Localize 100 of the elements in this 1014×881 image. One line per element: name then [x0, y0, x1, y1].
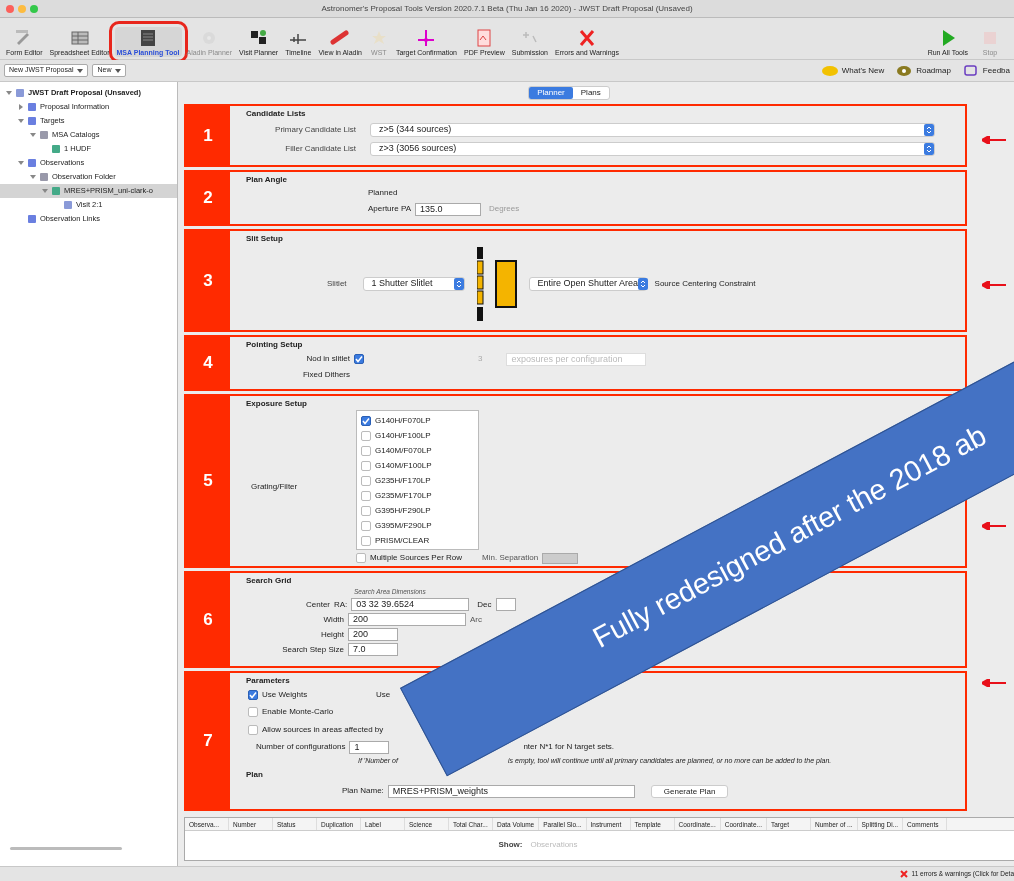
- stepper-icon: [453, 278, 464, 290]
- field-label: Show:: [498, 839, 523, 851]
- section-number: 1: [186, 106, 230, 165]
- field-label: Search Step Size: [281, 643, 344, 656]
- dropdown[interactable]: Entire Open Shutter Area: [528, 277, 647, 291]
- node-icon: [27, 214, 37, 224]
- crosshair-icon: [416, 28, 437, 48]
- option-label: Multiple Sources Per Row: [370, 552, 463, 564]
- section-title: Parameters: [246, 675, 291, 687]
- tab[interactable]: Planner: [529, 87, 573, 99]
- section-title: Exposure Setup: [246, 398, 308, 410]
- generate-plan-button[interactable]: Generate Plan: [650, 784, 729, 798]
- input-field[interactable]: MRES+PRISM_weights: [387, 784, 635, 798]
- option-label: G395M/F290LP: [375, 519, 432, 532]
- option-label: Enable Monte-Carlo: [262, 706, 334, 718]
- node-icon: [51, 186, 61, 196]
- list-icon: [138, 28, 158, 48]
- section-number: 5: [186, 396, 230, 566]
- checkbox[interactable]: [248, 707, 258, 717]
- dropdown[interactable]: z>3 (3056 sources): [370, 141, 935, 156]
- checkbox[interactable]: [361, 460, 371, 471]
- field-label: Primary Candidate List: [274, 123, 356, 136]
- collapse-icon: [18, 160, 24, 166]
- tab[interactable]: Plans: [572, 87, 609, 99]
- toolbar-link[interactable]: Roadmap: [896, 64, 951, 77]
- checkbox[interactable]: [361, 535, 371, 546]
- checkbox[interactable]: [248, 725, 258, 735]
- node-icon: [39, 130, 49, 140]
- field-label: Grating/Filter: [251, 482, 298, 491]
- option-label: PRISM/CLEAR: [375, 534, 430, 547]
- option-label: G140H/F070LP: [375, 414, 431, 427]
- field-label: Fixed Dithers: [301, 369, 350, 381]
- collapse-icon: [42, 188, 48, 194]
- collapse-icon: [18, 118, 24, 124]
- section-number: 6: [186, 573, 230, 666]
- stepper-icon: [638, 278, 649, 290]
- section-title: Plan: [246, 769, 264, 781]
- node-icon: [51, 144, 61, 154]
- option-label: Allow sources in areas affected by: [262, 724, 384, 736]
- option-label: G395H/F290LP: [375, 504, 431, 517]
- option-label: Source Centering Constraint: [654, 278, 756, 290]
- input-field[interactable]: 200: [348, 613, 466, 626]
- field-label: Dec: [477, 598, 492, 611]
- node-icon: [27, 158, 37, 168]
- section-title: Pointing Setup: [246, 339, 304, 351]
- option-label: G140H/F100LP: [375, 429, 431, 442]
- field-label: Height: [319, 628, 344, 641]
- option-label: G140M/F070LP: [375, 444, 432, 457]
- input-field[interactable]: 03 32 39.6524: [351, 598, 470, 611]
- check-icon: [249, 691, 257, 699]
- unit-label: Arc: [470, 613, 482, 626]
- checkbox[interactable]: [361, 475, 371, 486]
- checkbox[interactable]: [361, 415, 371, 426]
- checkbox[interactable]: [361, 505, 371, 516]
- scrollbar[interactable]: [10, 847, 122, 850]
- field-label: Filler Candidate List: [284, 142, 356, 155]
- dropdown[interactable]: 1 Shutter Slitlet: [362, 277, 465, 291]
- checkbox[interactable]: [354, 354, 364, 364]
- section-number: 3: [186, 231, 230, 330]
- field-label: Plan Name:: [342, 785, 384, 797]
- caret-icon: [77, 68, 84, 73]
- input-field[interactable]: [542, 552, 579, 564]
- section-title: Plan Angle: [246, 174, 289, 186]
- checkbox[interactable]: [248, 690, 258, 700]
- input-field[interactable]: 7.0: [348, 643, 398, 656]
- window-title: Astronomer's Proposal Tools Version 2020.7.1 Beta (Thu Jan 16 2020) - JWST Draft Proposal (Unsaved): [321, 2, 693, 15]
- eye-icon: [896, 64, 913, 77]
- input-field[interactable]: 1: [349, 740, 390, 754]
- input-field[interactable]: 200: [348, 628, 398, 641]
- field-label: Slitlet: [327, 278, 347, 290]
- input-field[interactable]: 135.0: [415, 202, 481, 216]
- node-icon: [27, 116, 37, 126]
- checkbox[interactable]: [356, 553, 366, 563]
- checkbox[interactable]: [361, 490, 371, 501]
- check-icon: [362, 416, 370, 425]
- checkbox[interactable]: [361, 430, 371, 441]
- checkbox[interactable]: [361, 520, 371, 531]
- node-icon: [63, 200, 73, 210]
- caret-icon: [115, 68, 122, 73]
- checkbox[interactable]: [361, 445, 371, 456]
- option-label: G235H/F170LP: [375, 474, 431, 487]
- node-icon: [27, 102, 37, 112]
- table-icon: [69, 28, 90, 48]
- section-number: 7: [186, 673, 230, 809]
- field-label: Nod in slitlet: [305, 353, 350, 365]
- input-field[interactable]: [495, 598, 516, 611]
- section-title: Slit Setup: [246, 233, 284, 245]
- field-label: RA:: [334, 598, 348, 611]
- dropdown[interactable]: z>5 (344 sources): [370, 122, 935, 137]
- collapse-icon: [30, 174, 36, 180]
- option-label: Use: [376, 689, 391, 701]
- option-label: Planned: [368, 187, 398, 199]
- toolbar-link[interactable]: What's New: [821, 64, 885, 77]
- toolbar-link[interactable]: Feedba: [962, 64, 1010, 77]
- expand-icon: [18, 104, 24, 110]
- error-icon: [899, 870, 908, 878]
- collapse-icon: [6, 90, 12, 96]
- field-label: Width: [322, 613, 344, 626]
- field-label: Aperture PA: [368, 203, 411, 215]
- field-label: Center: [305, 598, 330, 611]
